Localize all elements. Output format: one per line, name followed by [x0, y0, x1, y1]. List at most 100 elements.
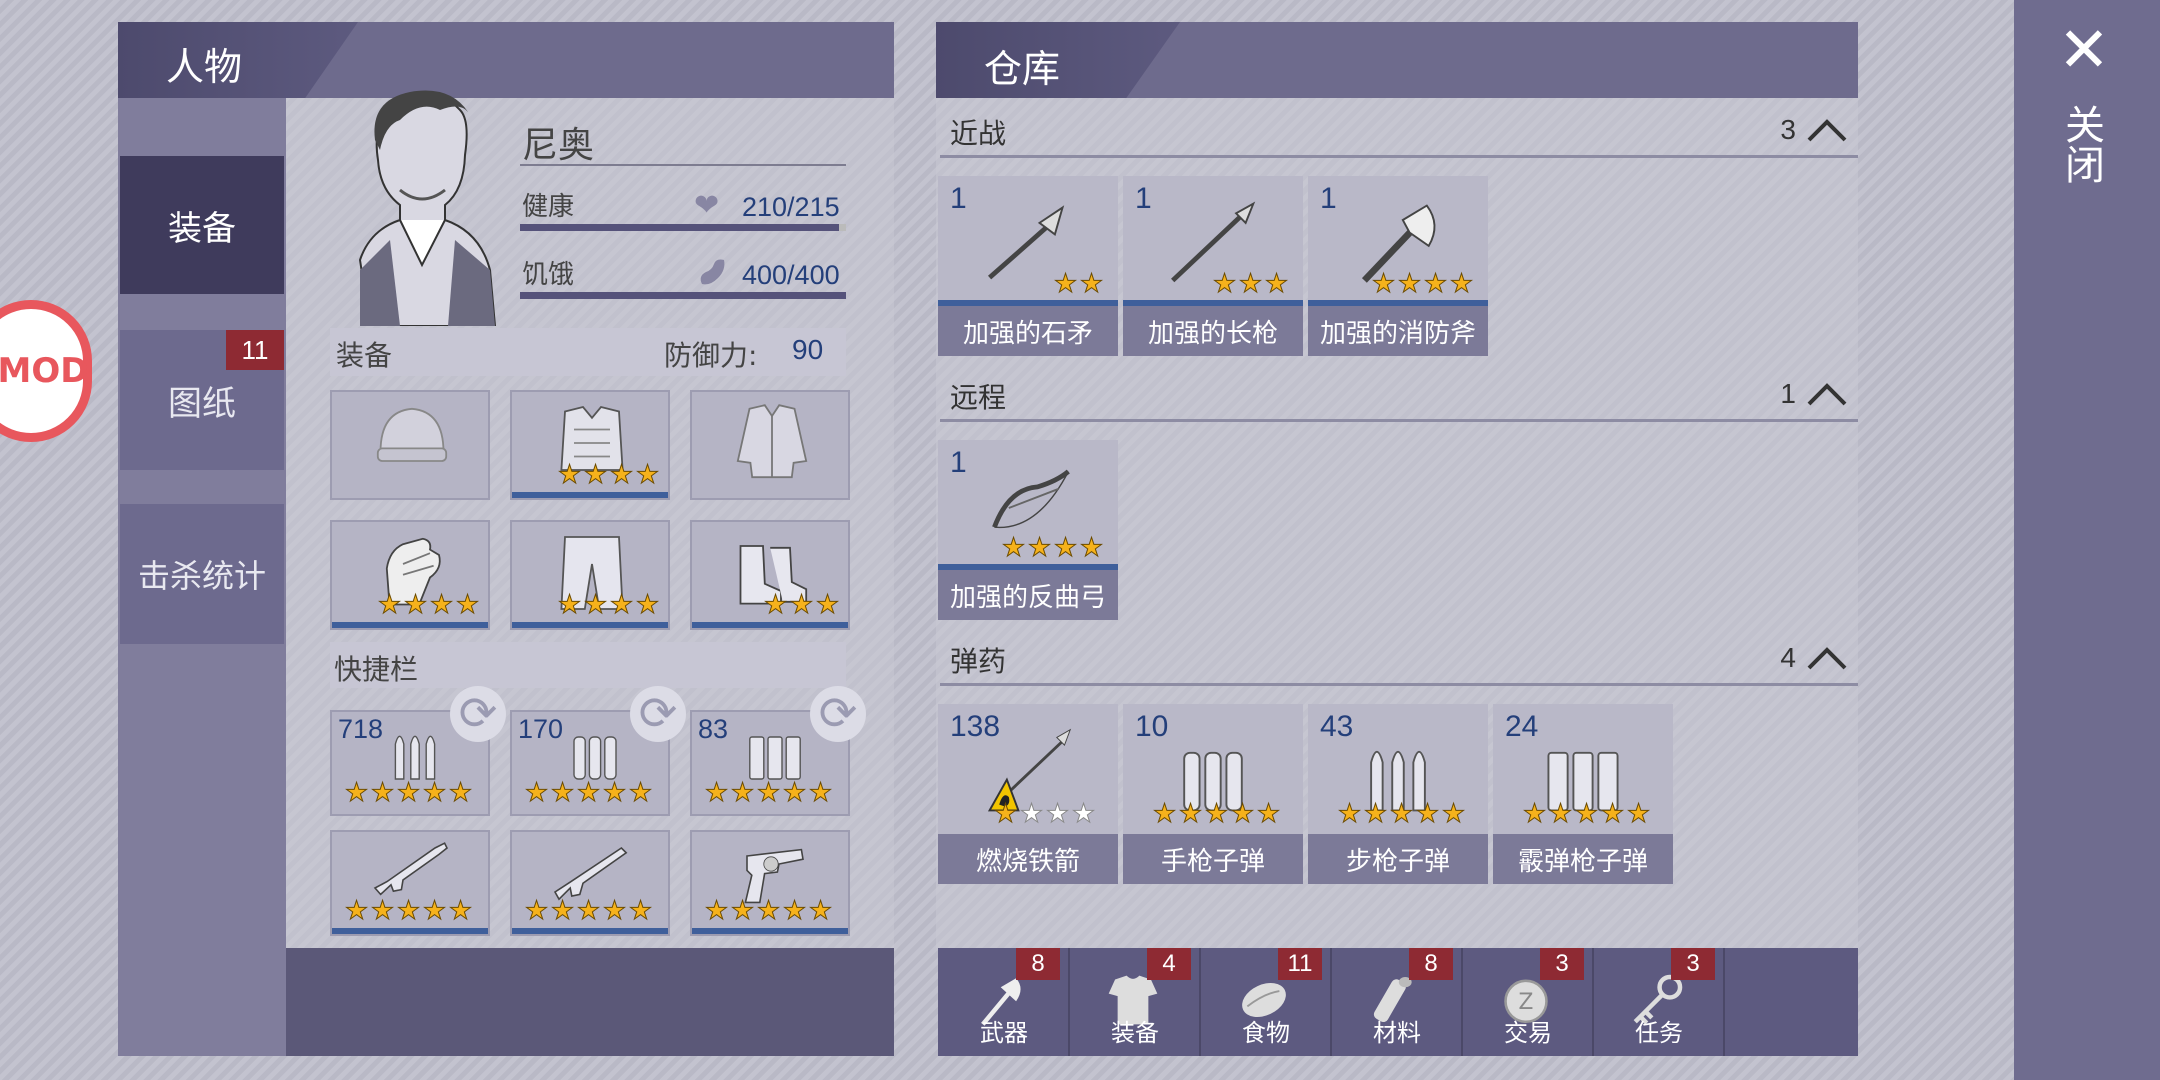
category-badge: 3 — [1671, 948, 1715, 980]
star-icon: ★ — [448, 896, 473, 926]
warehouse-item[interactable]: 10 ★ ★ ★ ★ ★ 手枪子弹 — [1123, 704, 1303, 884]
star-icon: ★ — [455, 590, 480, 620]
equip-bar — [512, 622, 668, 628]
star-rating: ★ ★ ★ ★ ★ — [1337, 799, 1466, 829]
character-title: 人物 — [166, 45, 243, 89]
category-tab[interactable]: 11 食物 — [1202, 948, 1332, 1056]
equipment-slot[interactable]: ★ ★ ★ ★ — [330, 520, 490, 630]
star-icon: ★ — [429, 590, 454, 620]
section-title: 远程 — [950, 381, 1007, 414]
star-icon: ★ — [1397, 269, 1422, 299]
star-icon: ★ — [1079, 269, 1104, 299]
quickbar-weapon-slot[interactable]: ★ ★ ★ ★ ★ — [510, 830, 670, 936]
ammo-count: 718 — [338, 714, 384, 744]
star-rating: ★ ★ ★ ★ ★ — [344, 896, 473, 926]
equipment-slot[interactable]: ★ ★ ★ ★ — [510, 520, 670, 630]
jacket-icon — [727, 398, 817, 488]
star-icon: ★ — [756, 778, 781, 808]
warehouse-item[interactable]: 43 ★ ★ ★ ★ ★ 步枪子弹 — [1308, 704, 1488, 884]
swap-icon[interactable]: ⟳ — [450, 686, 506, 742]
star-icon: ★ — [1256, 799, 1281, 829]
star-icon: ★ — [1337, 799, 1362, 829]
svg-text:Z: Z — [1519, 990, 1534, 1015]
star-rating: ★ ★ ★ ★ ★ — [704, 778, 833, 808]
tab-kill-stats[interactable]: 击杀统计 — [120, 504, 284, 644]
name-underline — [520, 164, 846, 166]
quickbar-grid: 718 ★ ★ ★ ★ ★ ⟳ 170 ★ ★ ★ ★ ★ ⟳ 83 ★ ★ ★ ★ ★ ⟳ ★ ★ ★ ★ ★ ★ ★ ★ ★ ★ ★ ★ ★ ★… — [330, 686, 866, 942]
chevron-up-icon — [1806, 382, 1848, 408]
category-tab[interactable]: 4 装备 — [1071, 948, 1201, 1056]
close-button[interactable]: ✕ 关闭 — [2040, 18, 2136, 218]
section-title: 近战 — [950, 117, 1007, 150]
star-icon: ★ — [1079, 533, 1104, 563]
blueprints-badge: 11 — [226, 330, 284, 370]
category-badge: 4 — [1147, 948, 1191, 980]
star-icon: ★ — [1053, 269, 1078, 299]
warehouse-item[interactable]: 138 ★ ★ ★ ★ 燃烧铁箭 — [938, 704, 1118, 884]
star-icon: ★ — [1363, 799, 1388, 829]
warehouse-item[interactable]: 1 ★ ★ ★ ★ 加强的消防斧 — [1308, 176, 1488, 356]
warehouse-item[interactable]: 24 ★ ★ ★ ★ ★ 霰弹枪子弹 — [1493, 704, 1673, 884]
category-badge: 8 — [1409, 948, 1453, 980]
star-icon: ★ — [1045, 799, 1070, 829]
star-icon: ★ — [1626, 799, 1651, 829]
category-label: 装备 — [1111, 1019, 1159, 1047]
pistol-ammo-icon — [560, 716, 630, 786]
equip-bar — [332, 622, 488, 628]
star-icon: ★ — [763, 590, 788, 620]
star-icon: ★ — [704, 778, 729, 808]
star-icon: ★ — [704, 896, 729, 926]
star-icon: ★ — [576, 778, 601, 808]
star-icon: ★ — [576, 896, 601, 926]
warehouse-item[interactable]: 1 ★ ★ ★ 加强的长枪 — [1123, 176, 1303, 356]
star-icon: ★ — [730, 778, 755, 808]
section-header[interactable]: 近战 3 — [940, 108, 1858, 158]
star-icon: ★ — [628, 778, 653, 808]
star-icon: ★ — [1441, 799, 1466, 829]
warehouse-item[interactable]: 1 ★ ★ 加强的石矛 — [938, 176, 1118, 356]
star-icon: ★ — [628, 896, 653, 926]
rifle-ammo-icon — [380, 716, 450, 786]
star-icon: ★ — [782, 778, 807, 808]
star-icon: ★ — [756, 896, 781, 926]
stomach-icon — [696, 256, 728, 286]
chevron-up-icon — [1806, 118, 1848, 144]
quickbar-weapon-slot[interactable]: ★ ★ ★ ★ ★ — [330, 830, 490, 936]
star-icon: ★ — [403, 590, 428, 620]
health-bar — [520, 224, 846, 231]
star-icon: ★ — [1371, 269, 1396, 299]
section-header[interactable]: 弹药 4 — [940, 636, 1858, 686]
star-icon: ★ — [635, 590, 660, 620]
tab-equipment[interactable]: 装备 — [120, 156, 284, 294]
character-portrait — [330, 80, 510, 327]
section-header[interactable]: 远程 1 — [940, 372, 1858, 422]
equipment-grid: ★ ★ ★ ★ ★ ★ ★ ★ ★ ★ ★ ★ ★ ★ ★ — [330, 390, 850, 630]
category-tab[interactable]: 8 材料 — [1333, 948, 1463, 1056]
item-name: 步枪子弹 — [1308, 834, 1488, 884]
close-icon: ✕ — [2058, 13, 2110, 86]
chevron-up-icon — [1806, 646, 1848, 672]
hunger-value: 400/400 — [742, 260, 840, 290]
health-label: 健康 — [522, 192, 575, 222]
star-rating: ★ ★ ★ ★ ★ — [1152, 799, 1281, 829]
swap-icon[interactable]: ⟳ — [630, 686, 686, 742]
star-rating: ★ ★ ★ ★ ★ — [524, 778, 653, 808]
swap-icon[interactable]: ⟳ — [810, 686, 866, 742]
star-icon: ★ — [1178, 799, 1203, 829]
star-rating: ★ ★ ★ ★ — [377, 590, 480, 620]
equipment-slot[interactable] — [330, 390, 490, 500]
category-tab[interactable]: 8 武器 — [940, 948, 1070, 1056]
equipment-slot[interactable]: ★ ★ ★ — [690, 520, 850, 630]
item-count: 1 — [1135, 182, 1152, 215]
warehouse-item[interactable]: 1 ★ ★ ★ ★ 加强的反曲弓 — [938, 440, 1118, 620]
equipment-slot[interactable]: ★ ★ ★ ★ — [510, 390, 670, 500]
category-tab[interactable]: 3 任务 — [1595, 948, 1725, 1056]
equipment-header — [330, 328, 846, 376]
equipment-slot[interactable] — [690, 390, 850, 500]
star-icon: ★ — [448, 778, 473, 808]
category-tab[interactable]: Z 3 交易 — [1464, 948, 1594, 1056]
star-icon: ★ — [583, 590, 608, 620]
quickbar-weapon-slot[interactable]: ★ ★ ★ ★ ★ — [690, 830, 850, 936]
hunger-bar-fill — [520, 292, 846, 299]
tab-equipment-label: 装备 — [168, 208, 236, 249]
